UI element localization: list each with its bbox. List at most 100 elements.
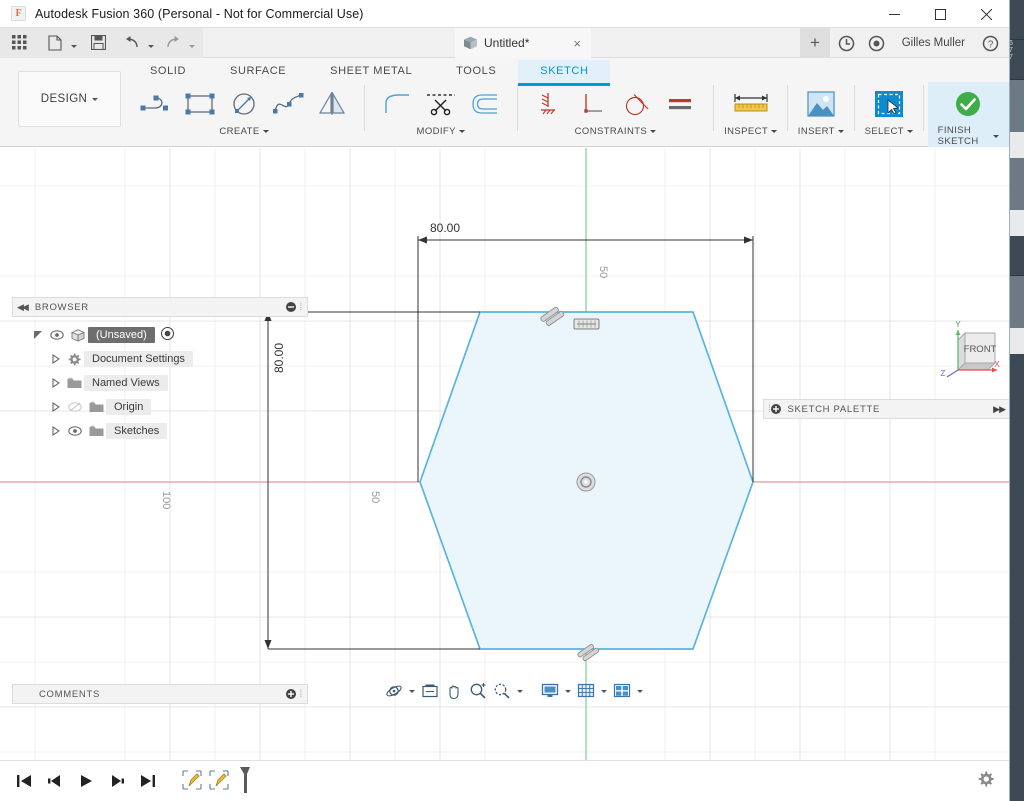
panel-inspect-title[interactable]: INSPECT [724, 126, 778, 137]
expand-arrow-icon[interactable] [48, 378, 64, 388]
expand-arrow-icon[interactable] [30, 330, 46, 340]
nav-pan[interactable] [442, 679, 466, 703]
fillet-icon[interactable] [375, 83, 419, 125]
plus-circle-icon[interactable] [771, 404, 782, 414]
new-file-dropdown[interactable] [68, 30, 79, 56]
workspace-selector[interactable]: DESIGN [18, 71, 121, 127]
step-back-icon[interactable] [45, 770, 65, 792]
active-component-radio[interactable] [160, 326, 174, 343]
new-file-icon[interactable] [42, 30, 68, 56]
grid-snaps-dropdown[interactable] [598, 679, 610, 703]
sketch-feature-icon[interactable] [180, 768, 204, 795]
nav-zoom-window[interactable] [490, 679, 526, 703]
undo-dropdown[interactable] [145, 30, 156, 56]
line-icon[interactable] [134, 83, 178, 125]
skip-to-end-icon[interactable] [138, 770, 158, 792]
nav-zoom[interactable] [466, 679, 490, 703]
undo-icon[interactable] [119, 30, 145, 56]
tree-item-sketches[interactable]: Sketches [12, 419, 308, 443]
drag-handle-icon[interactable]: ⁞ [300, 302, 303, 313]
finish-sketch-check-icon[interactable] [946, 83, 990, 125]
expand-right-icon[interactable]: ▶▶ [993, 404, 1006, 415]
sketch-canvas[interactable]: 80.00 80.00 50 50 100 ⁞ SKETCH PALETTE ▶… [0, 148, 1009, 760]
panel-select-title[interactable]: SELECT [865, 126, 913, 137]
measure-icon[interactable] [729, 83, 773, 125]
expand-arrow-icon[interactable] [48, 402, 64, 412]
pan-hand-icon[interactable] [442, 679, 466, 703]
grid-snaps-icon[interactable] [574, 679, 598, 703]
offset-icon[interactable] [463, 83, 507, 125]
panel-finish-sketch[interactable]: FINISH SKETCH [927, 82, 1009, 147]
rectangle-icon[interactable] [178, 83, 222, 125]
zoom-window-dropdown[interactable] [514, 679, 526, 703]
visibility-eye-icon[interactable] [64, 426, 86, 436]
panel-modify-title[interactable]: MODIFY [417, 126, 465, 137]
display-settings-dropdown[interactable] [562, 679, 574, 703]
nav-orbit[interactable] [382, 679, 418, 703]
expand-arrow-icon[interactable] [48, 426, 64, 436]
timeline-marker-icon[interactable] [236, 765, 254, 798]
visibility-eye-icon[interactable] [46, 330, 68, 340]
tree-item-named-views[interactable]: Named Views [12, 371, 308, 395]
user-name-label[interactable]: Gilles Muller [902, 37, 965, 49]
sketch-palette-panel[interactable]: ⁞ SKETCH PALETTE ▶▶ [763, 399, 1009, 419]
orbit-icon[interactable] [382, 679, 406, 703]
visibility-eye-off-icon[interactable] [64, 402, 86, 412]
drag-handle-icon[interactable]: ⁞ [300, 689, 303, 700]
orbit-dropdown[interactable] [406, 679, 418, 703]
equal-constraint-icon[interactable] [659, 83, 703, 125]
nav-grid-snaps[interactable] [574, 679, 610, 703]
redo-icon[interactable] [160, 30, 186, 56]
redo-dropdown[interactable] [186, 30, 197, 56]
zoom-window-icon[interactable] [490, 679, 514, 703]
tangent-constraint-icon[interactable] [615, 83, 659, 125]
tree-item-origin[interactable]: Origin [12, 395, 308, 419]
viewports-dropdown[interactable] [634, 679, 646, 703]
step-forward-icon[interactable] [107, 770, 127, 792]
viewcube[interactable]: FRONT Y X Z [925, 318, 1001, 391]
panel-finish-sketch-title[interactable]: FINISH SKETCH [938, 125, 999, 147]
sketch-feature-icon[interactable] [207, 768, 231, 795]
document-tab[interactable]: Untitled* × [455, 28, 591, 58]
comments-title: COMMENTS [39, 688, 101, 700]
horizontal-vertical-constraint-icon[interactable] [527, 83, 571, 125]
play-icon[interactable] [76, 770, 96, 792]
help-icon[interactable]: ? [977, 30, 1003, 56]
minimize-panel-icon[interactable] [285, 302, 296, 312]
panel-create-title[interactable]: CREATE [219, 126, 269, 137]
select-window-icon[interactable] [867, 83, 911, 125]
nav-viewports[interactable] [610, 679, 646, 703]
nav-display[interactable] [538, 679, 574, 703]
circle-icon[interactable] [222, 83, 266, 125]
collapse-left-icon[interactable]: ◀◀ [17, 302, 29, 313]
panel-insert-title[interactable]: INSERT [798, 126, 844, 137]
display-settings-icon[interactable] [538, 679, 562, 703]
insert-image-icon[interactable] [799, 83, 843, 125]
app-grid-icon[interactable] [6, 30, 32, 56]
browser-header[interactable]: ◀◀ BROWSER ⁞ [12, 297, 308, 317]
perpendicular-constraint-icon[interactable] [571, 83, 615, 125]
close-button[interactable] [963, 0, 1009, 28]
maximize-button[interactable] [917, 0, 963, 28]
job-status-icon[interactable] [834, 30, 860, 56]
panel-constraints-title[interactable]: CONSTRAINTS [575, 126, 657, 137]
viewports-icon[interactable] [610, 679, 634, 703]
tab-close-icon[interactable]: × [573, 36, 581, 51]
save-icon[interactable] [85, 30, 111, 56]
spline-icon[interactable] [266, 83, 310, 125]
recent-icon[interactable] [864, 30, 890, 56]
tree-item-unsaved[interactable]: (Unsaved) [12, 323, 308, 347]
plus-circle-icon[interactable] [285, 689, 296, 699]
trim-scissors-icon[interactable] [419, 83, 463, 125]
new-tab-button[interactable]: + [800, 28, 830, 58]
skip-to-beginning-icon[interactable] [14, 770, 34, 792]
nav-fit[interactable] [418, 679, 442, 703]
tree-item-document-settings[interactable]: Document Settings [12, 347, 308, 371]
zoom-icon[interactable] [466, 679, 490, 703]
expand-arrow-icon[interactable] [48, 354, 64, 364]
comments-panel[interactable]: COMMENTS ⁞ [12, 684, 308, 704]
minimize-button[interactable] [871, 0, 917, 28]
timeline-settings-gear-icon[interactable] [976, 770, 995, 792]
pan-fit-icon[interactable] [418, 679, 442, 703]
mirror-icon[interactable] [310, 83, 354, 125]
